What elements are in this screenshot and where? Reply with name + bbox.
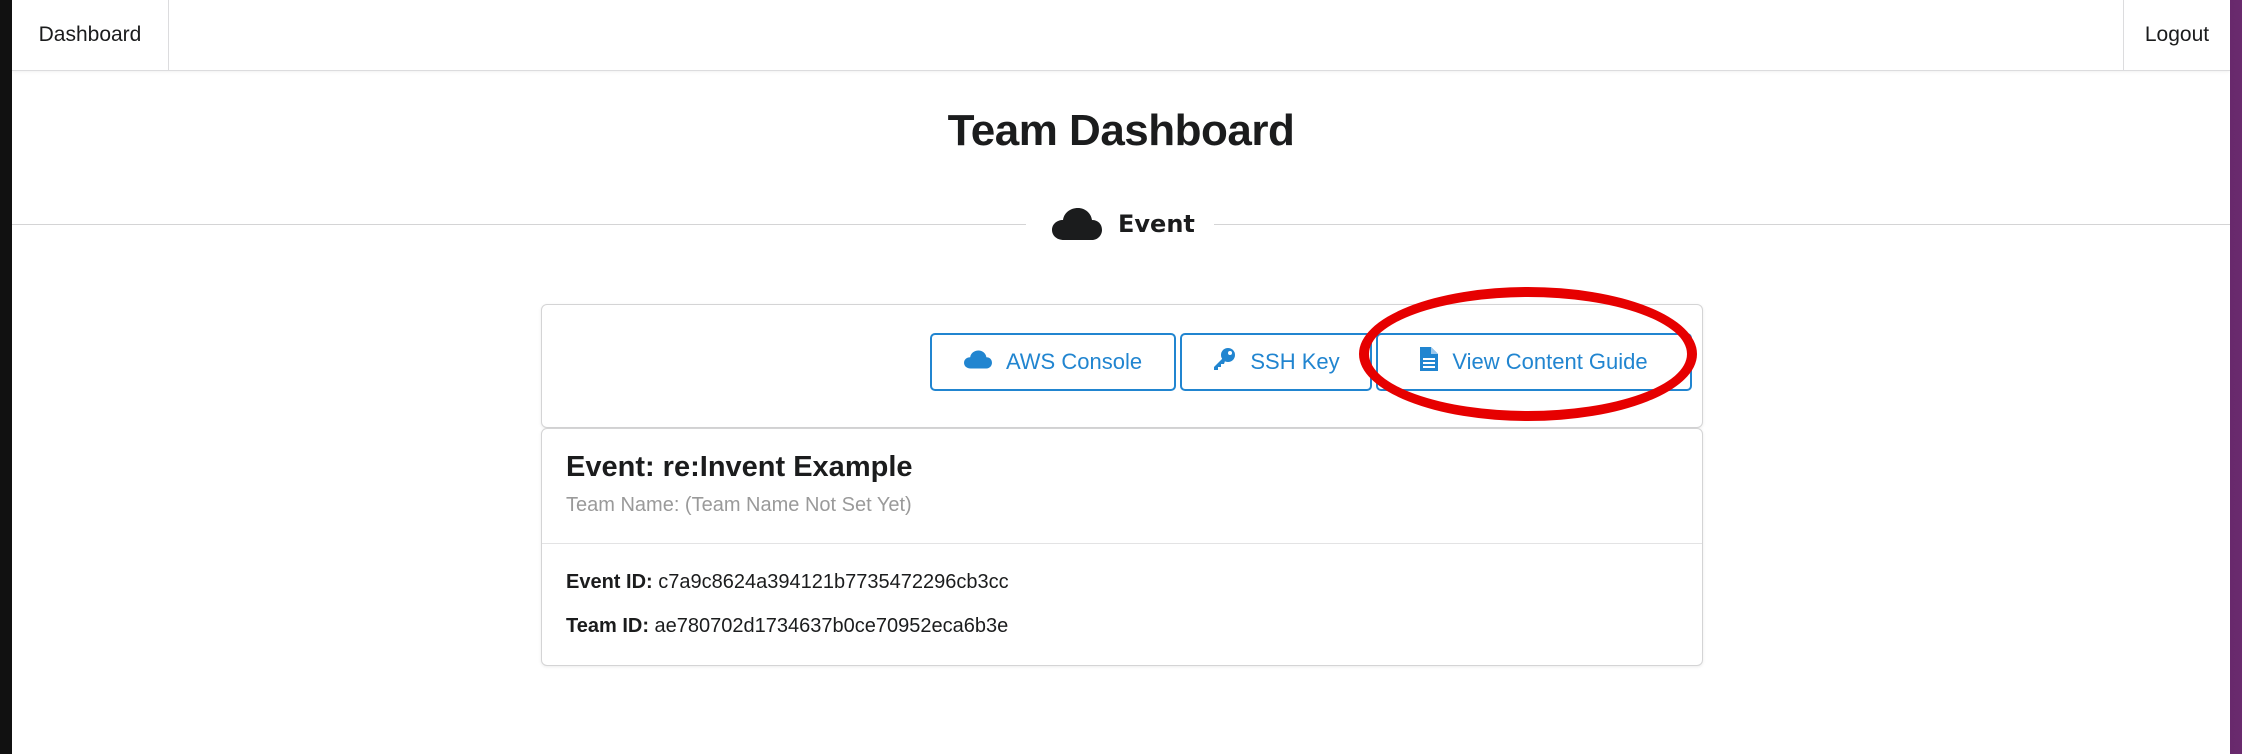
page-title: Team Dashboard	[947, 106, 1295, 155]
cloud-icon	[963, 349, 992, 375]
actions-card: AWS Console SSH Key View Content Guide	[541, 304, 1703, 428]
view-content-guide-button[interactable]: View Content Guide	[1376, 333, 1692, 391]
team-name: Team Name: (Team Name Not Set Yet)	[566, 494, 912, 516]
divider-label: Event	[1118, 210, 1195, 238]
file-icon	[1420, 347, 1439, 377]
logout-link[interactable]: Logout	[2123, 0, 2230, 70]
event-info-card: Event: re:Invent Example Team Name: (Tea…	[541, 428, 1703, 666]
top-menu: Dashboard Logout	[12, 0, 2230, 71]
event-id-label: Event ID:	[566, 571, 653, 593]
divider-line-right	[1214, 224, 2230, 225]
page: Dashboard Logout Team Dashboard Event AW…	[12, 0, 2230, 754]
aws-console-label: AWS Console	[1005, 349, 1143, 374]
event-id-value: c7a9c8624a394121b7735472296cb3cc	[658, 571, 1009, 593]
event-divider: Event	[1052, 204, 1195, 244]
team-id-label: Team ID:	[566, 615, 649, 637]
event-id-row: Event ID: c7a9c8624a394121b7735472296cb3…	[566, 571, 1009, 594]
ssh-key-button[interactable]: SSH Key	[1180, 333, 1372, 391]
event-header: Event: re:Invent Example Team Name: (Tea…	[566, 451, 913, 517]
key-icon	[1212, 347, 1236, 377]
dashboard-link[interactable]: Dashboard	[12, 0, 169, 70]
ssh-key-label: SSH Key	[1250, 349, 1340, 374]
aws-console-button[interactable]: AWS Console	[930, 333, 1176, 391]
card-divider	[542, 543, 1702, 544]
view-content-guide-label: View Content Guide	[1452, 349, 1648, 374]
team-id-row: Team ID: ae780702d1734637b0ce70952eca6b3…	[566, 615, 1008, 638]
cloud-icon	[1052, 207, 1102, 241]
divider-line-left	[12, 224, 1026, 225]
team-id-value: ae780702d1734637b0ce70952eca6b3e	[654, 615, 1009, 637]
event-title: Event: re:Invent Example	[566, 451, 913, 483]
